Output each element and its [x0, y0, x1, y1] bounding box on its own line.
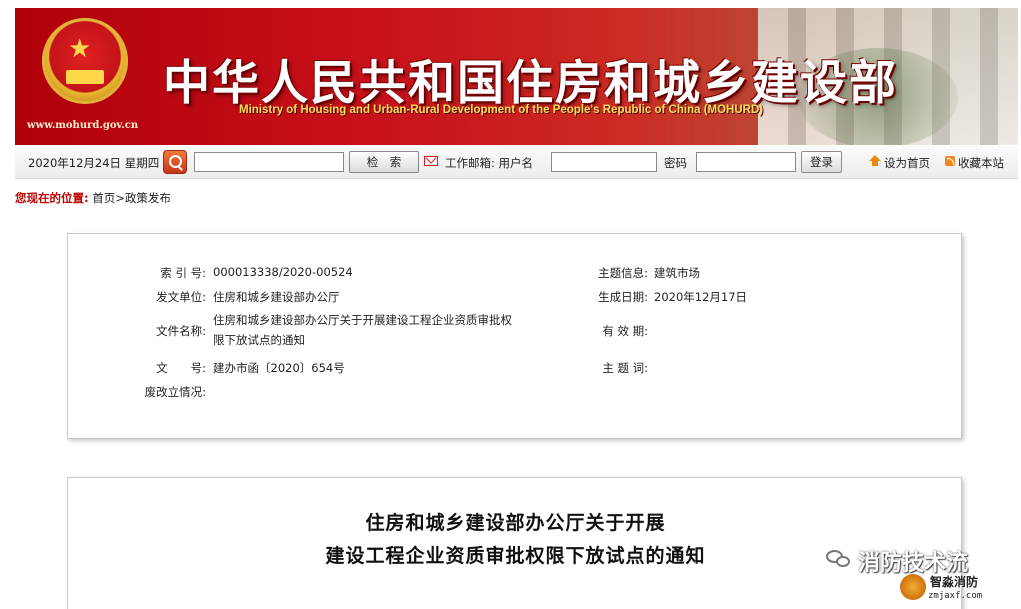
- site-title-en: Ministry of Housing and Urban-Rural Deve…: [239, 104, 764, 116]
- document-metadata-panel: 索 引 号: 000013338/2020-00524 发文单位: 住房和城乡建…: [67, 233, 962, 439]
- watermark-brand: 智淼消防: [930, 575, 979, 589]
- set-home-link[interactable]: 设为首页: [884, 155, 930, 171]
- search-button[interactable]: 检 索: [349, 151, 419, 173]
- mail-username-label: 工作邮箱: 用户名: [445, 156, 534, 170]
- top-toolbar: 2020年12月24日 星期四 检 索 工作邮箱: 用户名 密码 登录 设为首页…: [15, 146, 1018, 179]
- home-icon: [869, 155, 881, 166]
- watermark-domain: zmjaxf.com: [928, 591, 983, 601]
- bookmark-icon: [945, 156, 955, 166]
- topic-value: 建筑市场: [654, 266, 700, 280]
- login-button[interactable]: 登录: [801, 151, 842, 173]
- mail-icon: [424, 156, 438, 166]
- document-number-value: 建办市函〔2020〕654号: [213, 361, 345, 375]
- document-title-line-1: 住房和城乡建设部办公厅关于开展: [365, 512, 666, 534]
- wechat-icon: [826, 548, 852, 568]
- site-url: www.mohurd.gov.cn: [27, 120, 139, 131]
- site-title-cn: 中华人民共和国住房和城乡建设部: [163, 56, 898, 111]
- keywords-label: 主 题 词:: [602, 361, 648, 375]
- validity-label: 有 效 期:: [602, 324, 648, 338]
- site-banner: ★ www.mohurd.gov.cn 中华人民共和国住房和城乡建设部 Mini…: [15, 8, 1018, 145]
- document-number-label: 文 号:: [156, 361, 206, 375]
- breadcrumb: 您现在的位置: 首页>政策发布: [15, 190, 171, 206]
- abolish-status-label: 废改立情况:: [144, 385, 206, 399]
- search-input[interactable]: [194, 152, 344, 172]
- password-input[interactable]: [696, 152, 796, 172]
- generated-date-value: 2020年12月17日: [654, 290, 748, 304]
- issuing-unit-label: 发文单位:: [156, 290, 206, 304]
- national-emblem-icon: ★: [42, 18, 128, 104]
- issuing-unit-value: 住房和城乡建设部办公厅: [213, 290, 340, 304]
- password-label: 密码: [664, 156, 687, 170]
- breadcrumb-label: 您现在的位置:: [15, 191, 89, 205]
- current-date: 2020年12月24日 星期四: [28, 156, 160, 170]
- search-icon[interactable]: [163, 150, 187, 174]
- file-name-value: 住房和城乡建设部办公厅关于开展建设工程企业资质审批权限下放试点的通知: [213, 313, 512, 347]
- bookmark-link[interactable]: 收藏本站: [958, 155, 1004, 171]
- index-number-value: 000013338/2020-00524: [213, 265, 353, 279]
- topic-label: 主题信息:: [598, 266, 648, 280]
- watermark-logo-icon: [900, 574, 926, 600]
- username-input[interactable]: [551, 152, 657, 172]
- file-name-label: 文件名称:: [156, 324, 206, 338]
- generated-date-label: 生成日期:: [598, 290, 648, 304]
- index-number-label: 索 引 号:: [160, 266, 206, 280]
- breadcrumb-path[interactable]: 首页>政策发布: [92, 191, 171, 205]
- document-body-panel: 住房和城乡建设部办公厅关于开展 建设工程企业资质审批权限下放试点的通知: [67, 477, 962, 609]
